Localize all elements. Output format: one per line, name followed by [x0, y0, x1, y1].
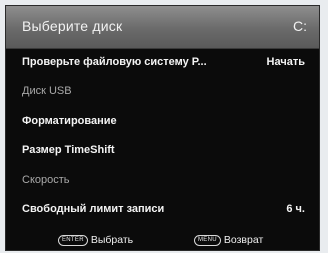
page-title: Выберите диск: [22, 18, 123, 34]
record-limit-value: 6 ч.: [286, 202, 305, 215]
menu-key-icon: MENU: [194, 234, 221, 246]
menu-item-label: Диск USB: [22, 85, 72, 98]
menu-item-label: Проверьте файловую систему Р...: [22, 56, 207, 68]
enter-hint: ENTER Выбрать: [58, 234, 133, 246]
menu-item-label: Форматирование: [22, 114, 117, 127]
menu-hint-label: Возврат: [223, 234, 264, 246]
menu-item-label: Скорость: [22, 173, 70, 186]
menu-item-label: Размер TimeShift: [22, 144, 115, 157]
menu-item-usb-disk[interactable]: Диск USB: [6, 77, 319, 106]
enter-key-icon: ENTER: [58, 234, 88, 246]
menu-item-timeshift-size[interactable]: Размер TimeShift: [6, 136, 319, 165]
menu-item-check-filesystem[interactable]: Проверьте файловую систему Р... Начать: [6, 48, 319, 77]
start-value: Начать: [266, 56, 305, 68]
menu-list: Проверьте файловую систему Р... Начать Д…: [6, 48, 319, 224]
menu-item-label: Свободный лимит записи: [22, 202, 165, 215]
menu-item-speed[interactable]: Скорость: [6, 166, 319, 195]
menu-hint: MENU Возврат: [194, 234, 263, 246]
button-hints: ENTER Выбрать MENU Возврат: [6, 232, 319, 250]
menu-item-format[interactable]: Форматирование: [6, 107, 319, 136]
enter-hint-label: Выбрать: [90, 234, 134, 246]
drive-letter: C:: [293, 18, 307, 34]
menu-header: Выберите диск C:: [6, 6, 319, 49]
tv-screen: Выберите диск C: Проверьте файловую сист…: [6, 6, 319, 250]
menu-item-free-record-limit[interactable]: Свободный лимит записи 6 ч.: [6, 195, 319, 224]
